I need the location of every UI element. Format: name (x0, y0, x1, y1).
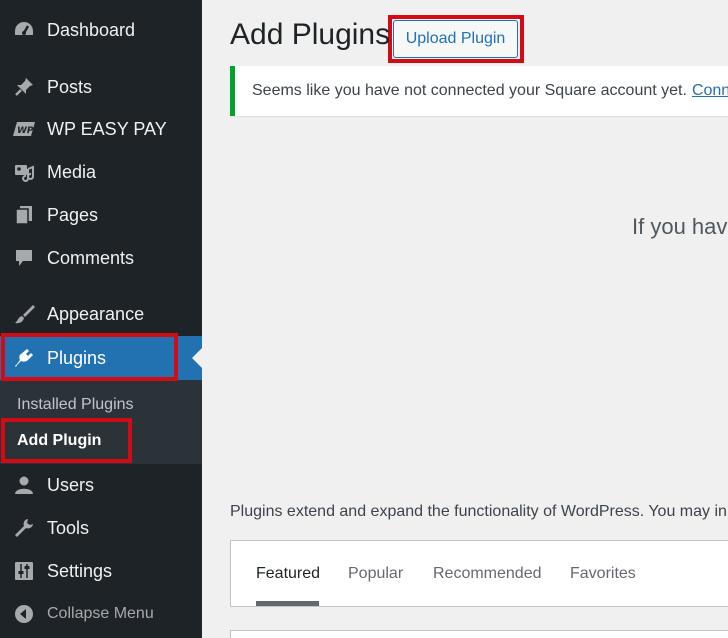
sidebar-item-label: Users (47, 474, 95, 495)
sidebar-item-media[interactable]: Media (0, 152, 202, 192)
notice-text: Seems like you have not connected your S… (252, 82, 687, 99)
sidebar-item-tools[interactable]: Tools (0, 508, 202, 548)
upload-plugin-button[interactable]: Upload Plugin (393, 20, 518, 58)
sliders-icon (12, 559, 36, 583)
sidebar-item-label: Pages (47, 204, 99, 225)
active-tab-indicator (256, 601, 319, 606)
sidebar-item-label: Dashboard (47, 19, 136, 40)
plugin-list-card (230, 630, 728, 638)
sidebar-item-settings[interactable]: Settings (0, 551, 202, 591)
sidebar-item-users[interactable]: Users (0, 465, 202, 505)
plugins-description: Plugins extend and expand the functional… (230, 503, 727, 520)
square-notice: Seems like you have not connected your S… (230, 66, 728, 116)
svg-text:WP: WP (17, 126, 34, 136)
upload-hint-text: If you hav (632, 214, 728, 239)
sidebar-item-label: Appearance (47, 303, 145, 324)
tab-popular[interactable]: Popular (348, 565, 403, 583)
notice-connect-link[interactable]: Conn (692, 82, 728, 100)
collapse-menu-button[interactable]: Collapse Menu (0, 594, 202, 634)
wp-easy-pay-icon: WP (12, 117, 36, 141)
sidebar-item-pages[interactable]: Pages (0, 195, 202, 235)
comment-icon (12, 246, 36, 270)
sidebar-item-label: Tools (47, 517, 90, 538)
sidebar-item-label: Settings (47, 560, 113, 581)
sidebar-item-comments[interactable]: Comments (0, 238, 202, 278)
sidebar-item-appearance[interactable]: Appearance (0, 294, 202, 334)
sidebar-item-dashboard[interactable]: Dashboard (0, 10, 202, 50)
sidebar-item-posts[interactable]: Posts (0, 67, 202, 107)
paintbrush-icon (12, 302, 36, 326)
admin-sidebar: Dashboard Posts WP WP EASY PAY Media Pag… (0, 0, 202, 638)
sidebar-item-plugins[interactable]: Plugins (0, 336, 202, 380)
tab-favorites[interactable]: Favorites (570, 565, 636, 583)
sidebar-item-label: Media (47, 161, 97, 182)
media-icon (12, 160, 36, 184)
sidebar-item-label: Plugins (47, 347, 107, 368)
plug-icon (12, 346, 36, 370)
sidebar-item-wp-easy-pay[interactable]: WP WP EASY PAY (0, 109, 202, 149)
pin-icon (12, 75, 36, 99)
dashboard-icon (12, 18, 36, 42)
plugin-filter-tabs: Featured Popular Recommended Favorites (230, 540, 728, 607)
sidebar-item-label: WP EASY PAY (47, 118, 167, 139)
collapse-arrow-icon (12, 602, 36, 626)
pages-icon (12, 203, 36, 227)
sidebar-item-label: Posts (47, 76, 93, 97)
sidebar-item-label: Comments (47, 247, 135, 268)
tab-recommended[interactable]: Recommended (433, 565, 542, 583)
collapse-menu-label: Collapse Menu (47, 605, 154, 622)
wrench-icon (12, 516, 36, 540)
user-icon (12, 473, 36, 497)
submenu-item-add-plugin[interactable]: Add Plugin (17, 432, 101, 450)
tab-featured[interactable]: Featured (256, 565, 320, 583)
page-title: Add Plugins (230, 18, 391, 51)
plugins-submenu: Installed Plugins Add Plugin (0, 380, 202, 464)
submenu-item-installed-plugins[interactable]: Installed Plugins (17, 396, 134, 414)
